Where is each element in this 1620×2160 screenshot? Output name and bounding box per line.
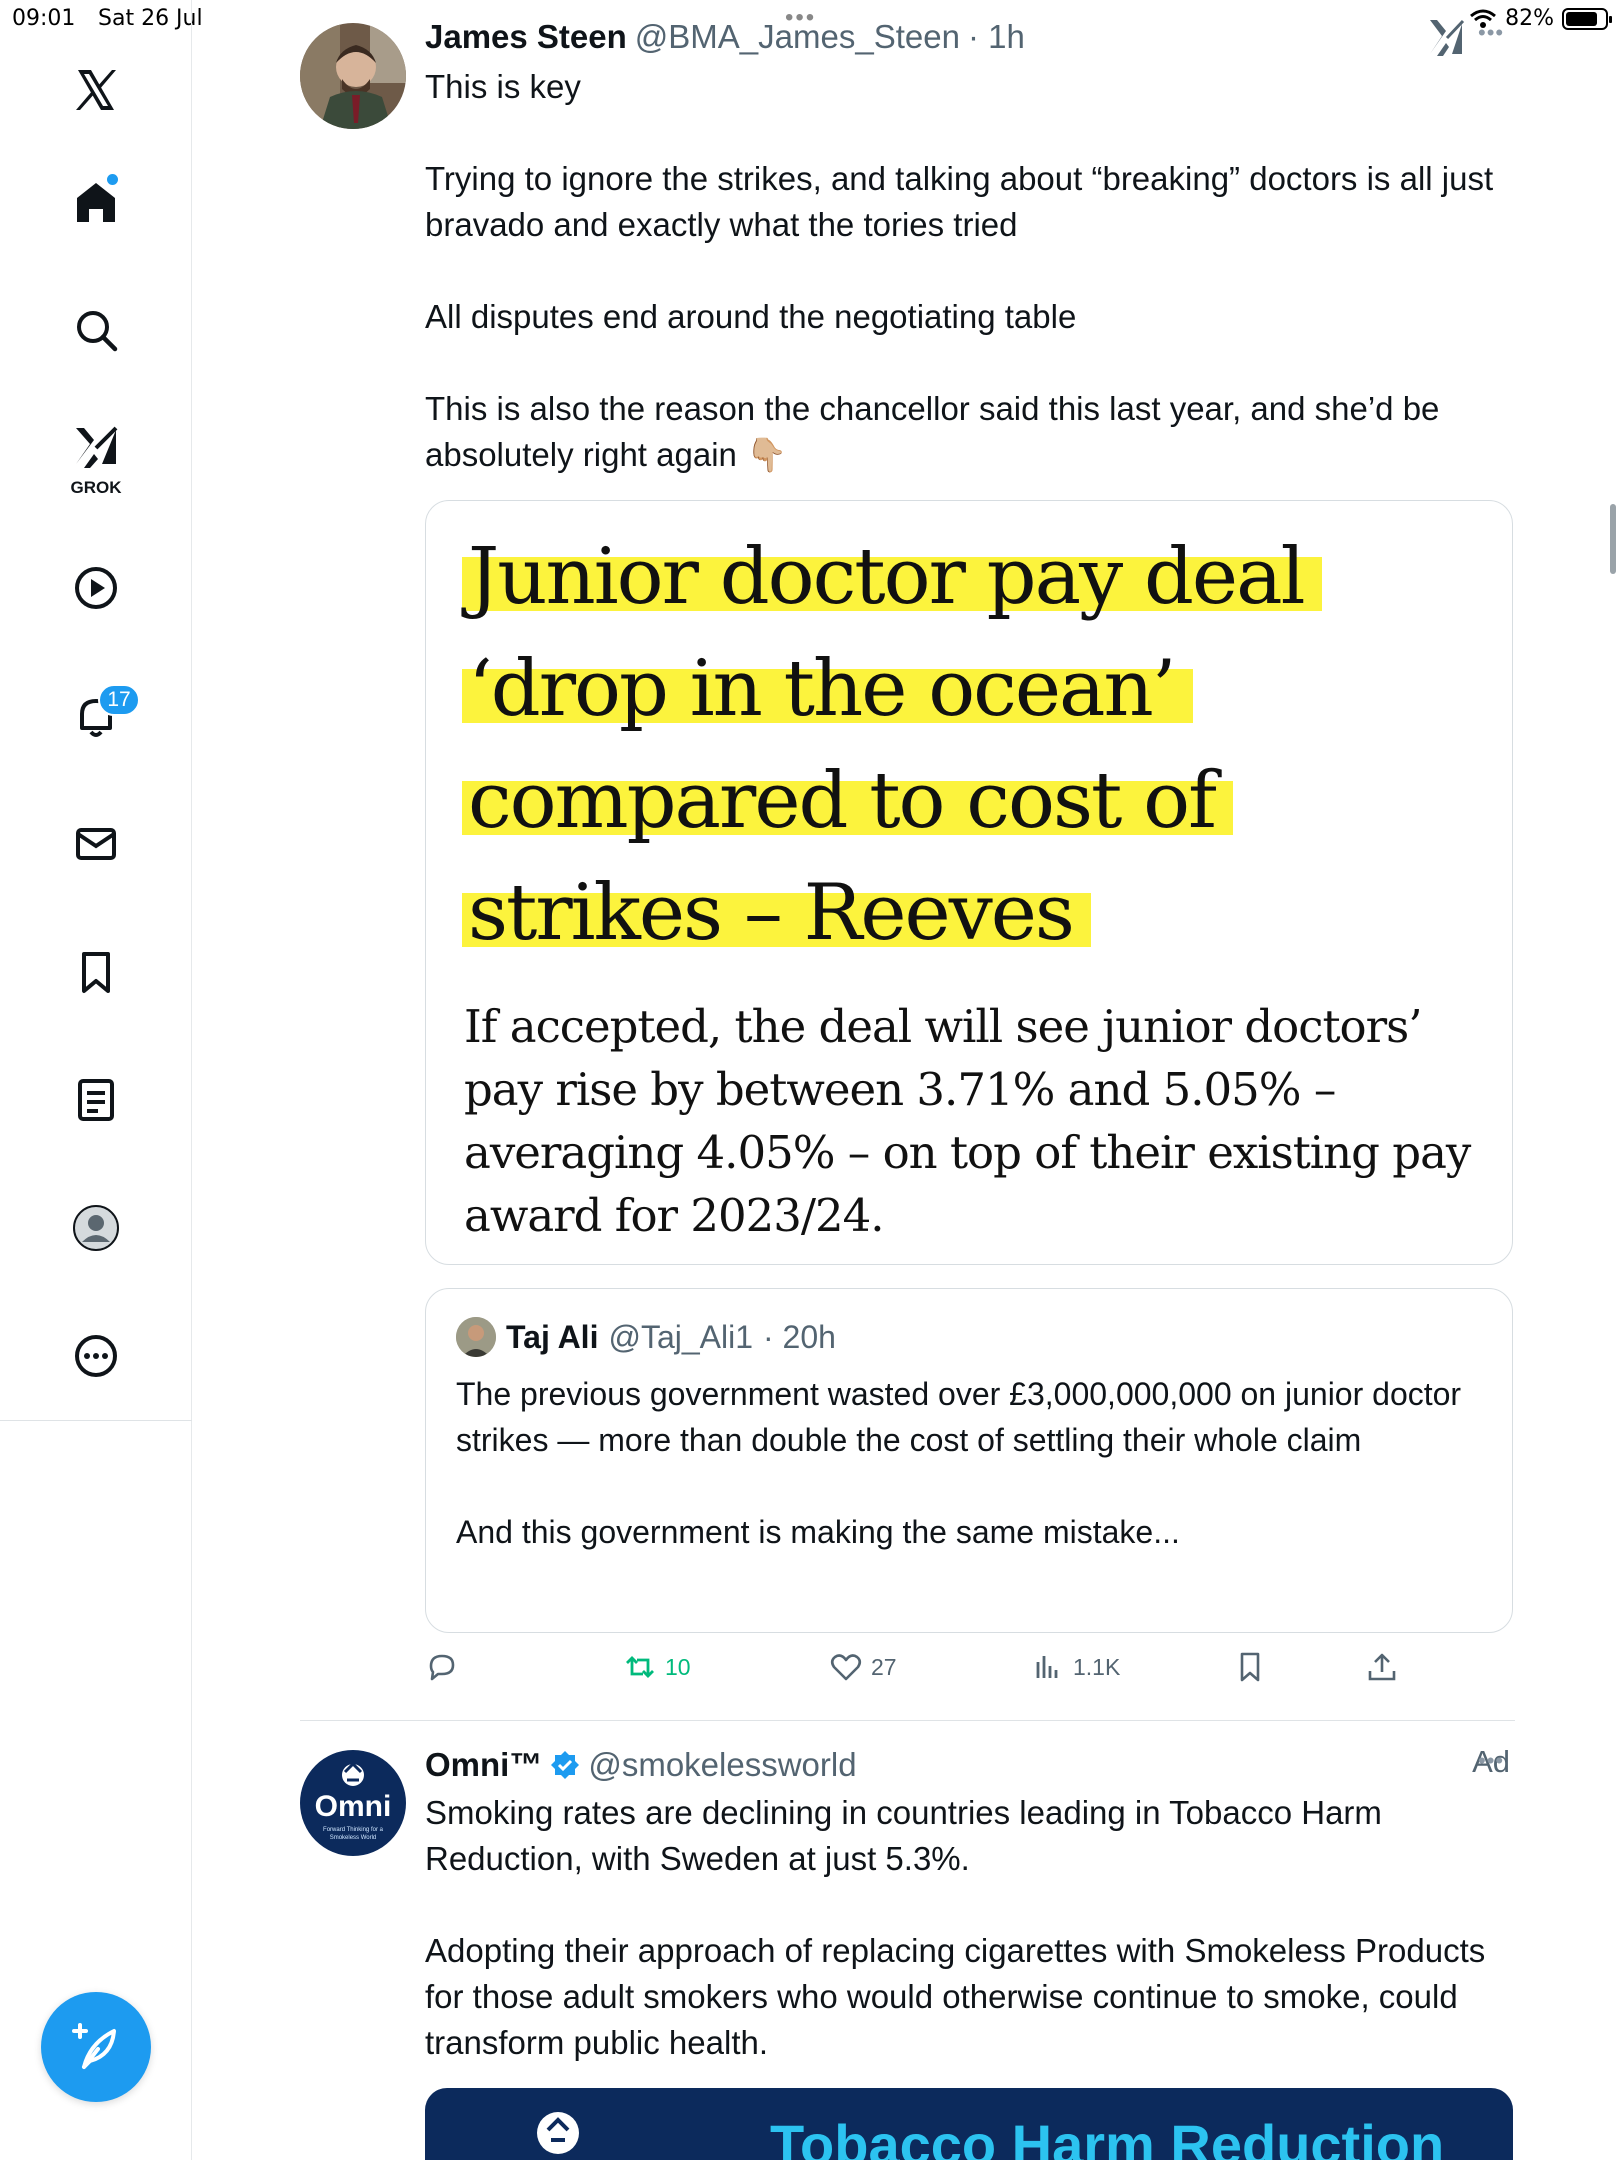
tweet-actions: 10 27 1.1K (425, 1650, 1435, 1700)
bookmark-button[interactable] (1233, 1650, 1267, 1684)
reply-button[interactable] (425, 1650, 459, 1684)
omni-avatar[interactable]: Omni Forward Thinking for a Smokeless Wo… (300, 1750, 406, 1856)
bookmark-icon (1240, 1652, 1260, 1682)
headline-line-text: strikes – Reeves (462, 868, 1091, 958)
share-button[interactable] (1365, 1650, 1399, 1684)
quoted-tweet[interactable]: Taj Ali @Taj_Ali1 · 20h The previous gov… (425, 1288, 1513, 1633)
profile-icon[interactable] (66, 1198, 126, 1258)
tweet-text: Smoking rates are declining in countries… (425, 1794, 1486, 2061)
headline-line-text: compared to cost of (462, 756, 1233, 846)
tweet-header: James Steen @BMA_James_Steen · 1h (425, 18, 1025, 56)
share-icon (1368, 1653, 1396, 1681)
headline-line-text: Junior doctor pay deal (462, 532, 1322, 622)
ad-banner-image[interactable]: Tobacco Harm Reduction (425, 2088, 1513, 2160)
image-headline: Junior doctor pay deal ‘drop in the ocea… (462, 521, 1482, 969)
list-icon[interactable] (66, 1070, 126, 1130)
image-subtext: If accepted, the deal will see junior do… (464, 1000, 1471, 1242)
headline-line: ‘drop in the ocean’ (462, 633, 1482, 745)
battery-percent: 82% (1505, 6, 1554, 31)
quote-author-handle[interactable]: @Taj_Ali1 (608, 1319, 753, 1356)
like-count: 27 (871, 1653, 897, 1680)
more-options-icon[interactable]: ••• (1478, 20, 1504, 46)
headline-line: compared to cost of (462, 745, 1482, 857)
grok-icon[interactable] (66, 418, 126, 478)
tweet-header: Omni™ @smokelessworld (425, 1746, 857, 1784)
headline-line-text: ‘drop in the ocean’ (462, 644, 1193, 734)
battery-level (1566, 11, 1598, 26)
more-options-icon[interactable]: ••• (1478, 1748, 1504, 1774)
battery-icon (1562, 7, 1612, 30)
sidebar: GROK 17 (0, 0, 192, 2160)
notification-badge: 17 (98, 684, 140, 716)
quote-header: Taj Ali @Taj_Ali1 · 20h (456, 1317, 836, 1357)
retweet-icon (626, 1656, 654, 1678)
tweet-image[interactable]: Junior doctor pay deal ‘drop in the ocea… (425, 500, 1513, 1265)
tweet-divider (300, 1720, 1515, 1721)
search-icon[interactable] (66, 300, 126, 360)
avatar[interactable] (300, 23, 406, 129)
views-icon (1036, 1656, 1058, 1678)
quote-avatar[interactable] (456, 1317, 496, 1357)
bookmark-icon[interactable] (66, 942, 126, 1002)
tweet-text: This is key Trying to ignore the strikes… (425, 68, 1494, 473)
mail-icon[interactable] (66, 814, 126, 874)
compose-feather-icon (72, 2023, 116, 2069)
ad-banner-text: Tobacco Harm Reduction (770, 2113, 1445, 2160)
views-button[interactable]: 1.1K (1031, 1650, 1120, 1684)
retweet-count: 10 (665, 1653, 691, 1680)
heart-icon (830, 1654, 862, 1681)
author-handle[interactable]: @BMA_James_Steen (635, 18, 960, 56)
like-button[interactable]: 27 (829, 1650, 897, 1684)
compose-button[interactable] (41, 1992, 151, 2102)
headline-line: strikes – Reeves (462, 857, 1482, 969)
views-count: 1.1K (1073, 1653, 1121, 1680)
home-unread-dot (107, 174, 118, 185)
headline-line: Junior doctor pay deal (462, 521, 1482, 633)
omni-avatar-tagline: Forward Thinking for a Smokeless World (323, 1827, 383, 1841)
video-icon[interactable] (66, 558, 126, 618)
more-icon[interactable] (66, 1326, 126, 1386)
quote-time[interactable]: · 20h (763, 1319, 836, 1356)
omni-avatar-text: Omni (314, 1790, 392, 1823)
tweet-time[interactable]: · 1h (968, 18, 1025, 56)
scrollbar[interactable] (1610, 504, 1616, 574)
x-logo-icon[interactable] (66, 60, 126, 120)
grok-label: GROK (70, 478, 122, 497)
sidebar-divider (0, 1420, 192, 1421)
author-handle[interactable]: @smokelessworld (588, 1746, 856, 1784)
quote-text: The previous government wasted over £3,0… (456, 1376, 1462, 1550)
verified-badge-icon (551, 1751, 580, 1779)
retweet-button[interactable]: 10 (623, 1650, 691, 1684)
author-name[interactable]: James Steen (425, 18, 627, 56)
quote-author-name[interactable]: Taj Ali (506, 1319, 598, 1356)
author-name[interactable]: Omni™ (425, 1746, 542, 1784)
reply-icon (429, 1654, 455, 1681)
grok-explain-icon[interactable] (1426, 16, 1466, 58)
omni-logo-icon (537, 2112, 579, 2154)
